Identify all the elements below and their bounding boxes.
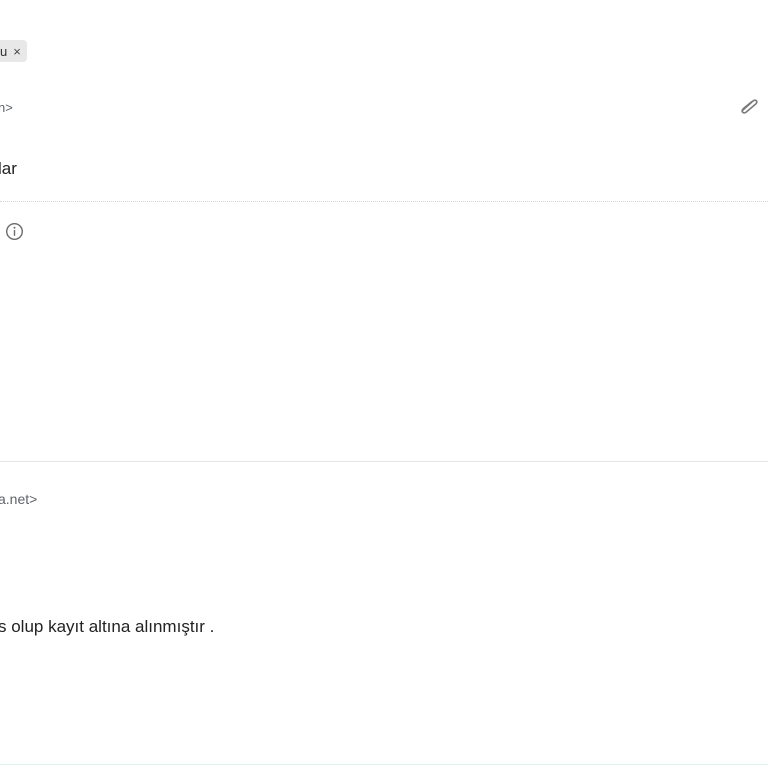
second-message-sender-email[interactable]: a.net> [0, 491, 37, 507]
paperclip-icon[interactable] [736, 96, 760, 116]
info-icon[interactable] [5, 222, 24, 241]
first-message-sender-email[interactable]: n> [0, 100, 13, 115]
remove-label-icon[interactable]: × [13, 45, 21, 58]
email-thread-view: u × n> lar a.net> s olup kayıt altına al… [0, 0, 768, 768]
thread-divider [0, 461, 768, 462]
message-divider [0, 201, 768, 202]
label-chip[interactable]: u × [0, 40, 27, 62]
first-message-subject: lar [0, 159, 17, 178]
bottom-border [0, 764, 768, 765]
second-message-body: s olup kayıt altına alınmıştır . [0, 617, 215, 636]
label-chip-text: u [0, 43, 8, 59]
